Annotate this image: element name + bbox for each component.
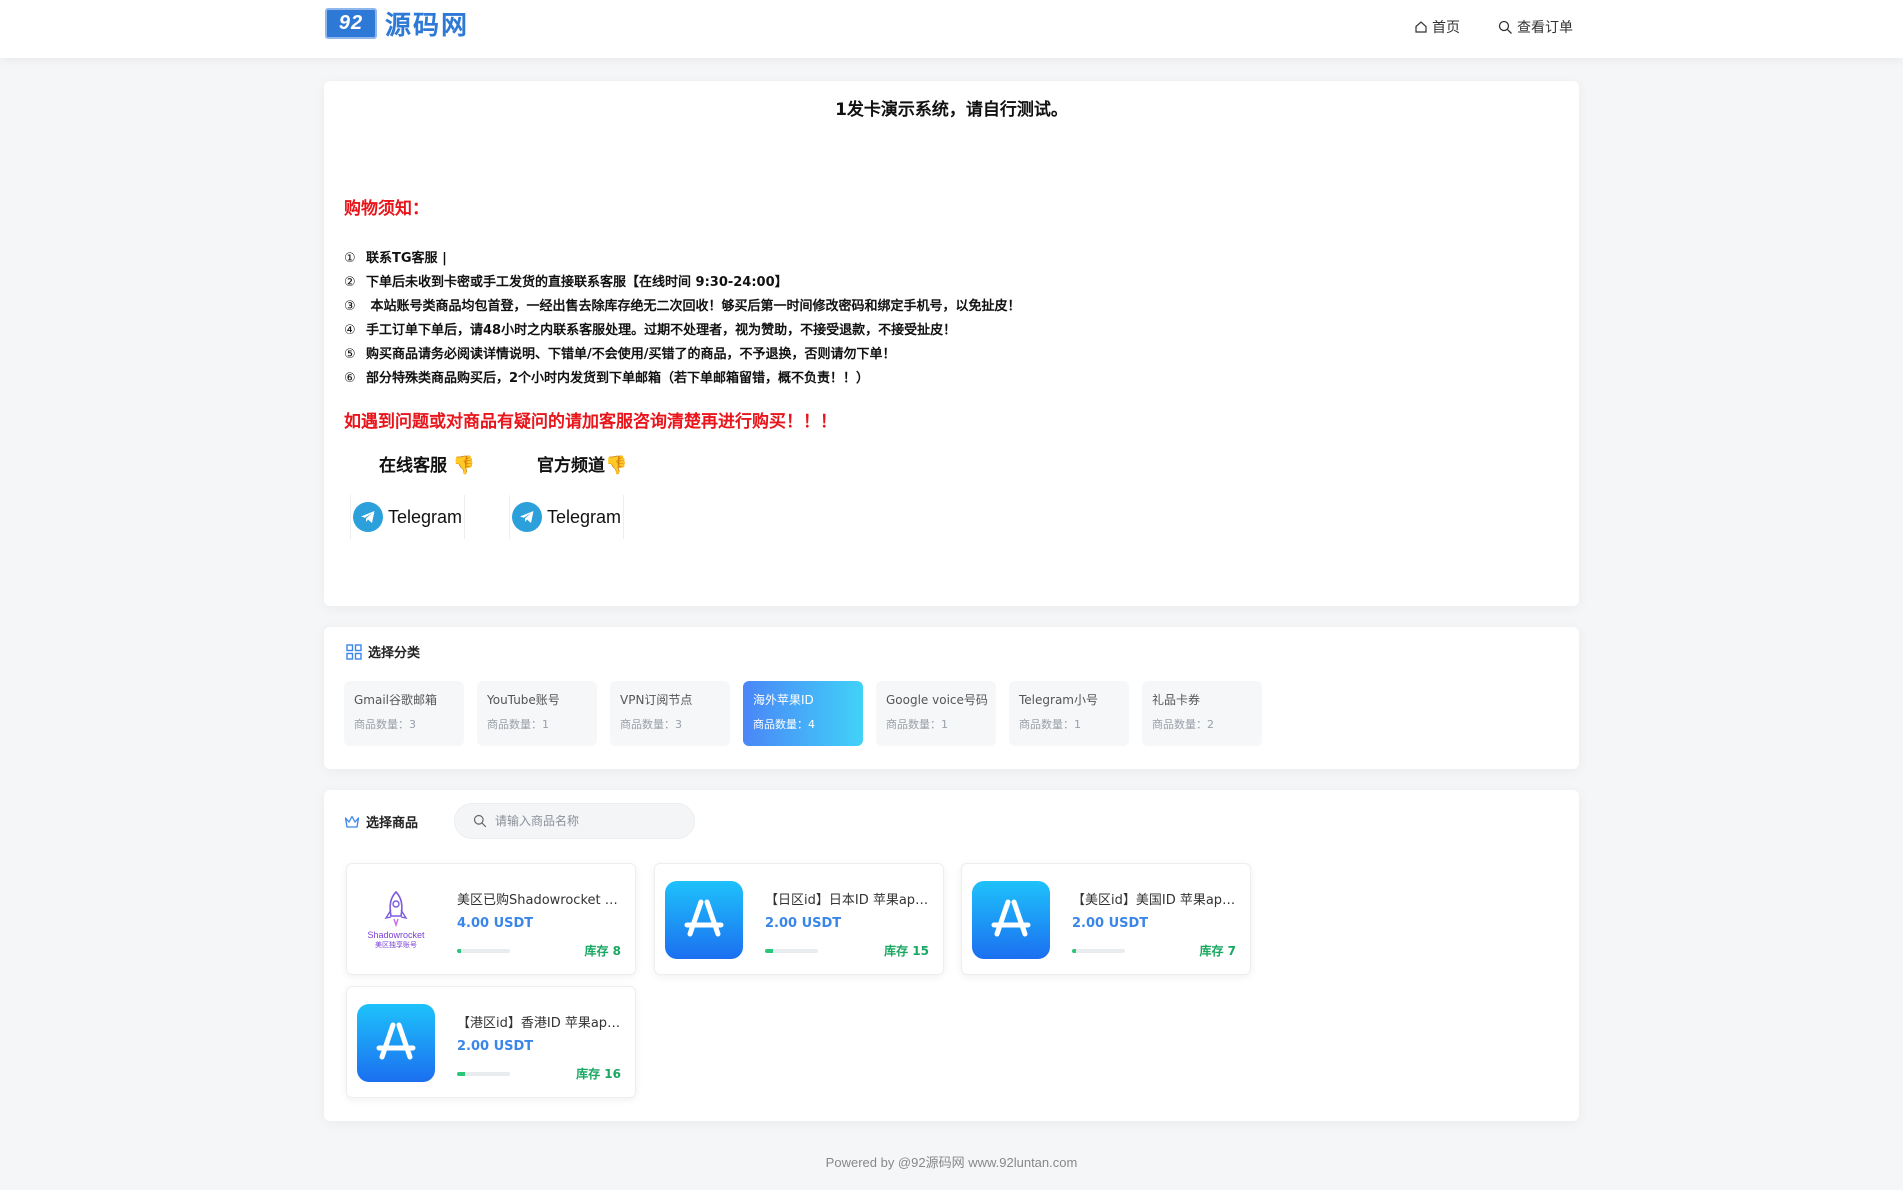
category-item-active[interactable]: 海外苹果ID 商品数量：4 (743, 681, 863, 746)
online-service-label: 在线客服 👎 (379, 455, 476, 476)
product-name: 【港区id】香港ID 苹果apple id (457, 1016, 627, 1031)
home-icon (1415, 21, 1427, 33)
stock-progress (457, 949, 510, 953)
search-icon (473, 814, 487, 828)
notice-heading: 购物须知： (344, 199, 429, 219)
product-section-title: 选择商品 (344, 812, 418, 831)
official-channel-label: 官方频道👎 (537, 455, 628, 476)
product-search[interactable] (454, 803, 695, 839)
notice-card: 1发卡演示系统，请自行测试。 购物须知： ① 联系TG客服 | ② 下单后未收到卡密… (324, 81, 1579, 606)
category-item[interactable]: 礼品卡券 商品数量：2 (1142, 681, 1262, 746)
top-header: 92 源码网 首页 查看订单 (0, 0, 1903, 58)
stock-progress-fill (457, 949, 462, 953)
rule-item: ⑥ 部分特殊类商品购买后，2个小时内发货到下单邮箱（若下单邮箱留错，概不负责！！） (344, 371, 870, 386)
telegram-icon (353, 502, 383, 532)
stock-progress-fill (765, 949, 773, 953)
product-card: 选择商品 Shadowrocket 美区独享账号 美区已购Shadowrocke… (324, 790, 1579, 1121)
product-item[interactable]: 【美区id】美国ID 苹果apple id 2.00 USDT 库存 7 (961, 863, 1251, 975)
grid-icon (346, 643, 362, 660)
telegram-service-button[interactable]: Telegram (350, 495, 466, 539)
product-price: 4.00 USDT (457, 916, 534, 931)
crown-icon (344, 815, 360, 828)
app-store-icon (665, 881, 743, 959)
top-nav: 首页 查看订单 (1414, 17, 1573, 37)
product-stock: 库存 16 (576, 1067, 621, 1081)
shadowrocket-image-subtext: 美区独享账号 (375, 941, 417, 949)
stock-progress (765, 949, 818, 953)
telegram-channel-label: Telegram (547, 506, 622, 527)
nav-home-label: 首页 (1432, 20, 1460, 36)
rule-item: ③ 本站账号类商品均包首登，一经出售去除库存绝无二次回收！够买后第一时间修改密码… (344, 299, 1021, 314)
category-item[interactable]: Telegram小号 商品数量：1 (1009, 681, 1129, 746)
nav-home[interactable]: 首页 (1414, 17, 1460, 37)
stock-progress-fill (457, 1072, 466, 1076)
rule-item: ② 下单后未收到卡密或手工发货的直接联系客服【在线时间 9:30-24:00】 (344, 275, 788, 290)
search-icon (1498, 20, 1512, 34)
nav-orders-label: 查看订单 (1517, 20, 1573, 36)
product-price: 2.00 USDT (1072, 916, 1149, 931)
product-name: 【美区id】美国ID 苹果apple id (1072, 893, 1242, 908)
product-price: 2.00 USDT (457, 1039, 534, 1054)
product-item[interactable]: 【日区id】日本ID 苹果apple id 2.00 USDT 库存 15 (654, 863, 944, 975)
shadowrocket-image: Shadowrocket 美区独享账号 (357, 881, 435, 959)
product-stock: 库存 15 (884, 944, 929, 958)
site-logo[interactable]: 92 源码网 (325, 7, 470, 41)
product-stock: 库存 8 (584, 944, 621, 958)
category-item[interactable]: YouTube账号 商品数量：1 (477, 681, 597, 746)
app-store-icon (357, 1004, 435, 1082)
product-item[interactable]: 【港区id】香港ID 苹果apple id 2.00 USDT 库存 16 (346, 986, 636, 1098)
product-item[interactable]: Shadowrocket 美区独享账号 美区已购Shadowrocket 小火箭… (346, 863, 636, 975)
rule-item: ⑤ 购买商品请务必阅读详情说明、下错单/不会使用/买错了的商品，不予退换，否则请勿… (344, 347, 896, 362)
product-search-input[interactable] (495, 814, 685, 828)
category-item[interactable]: Gmail谷歌邮箱 商品数量：3 (344, 681, 464, 746)
category-item[interactable]: VPN订阅节点 商品数量：3 (610, 681, 730, 746)
warning-text: 如遇到问题或对商品有疑问的请加客服咨询清楚再进行购买！！！ (344, 412, 837, 432)
category-card: 选择分类 Gmail谷歌邮箱 商品数量：3 YouTube账号 商品数量：1 VPN… (324, 627, 1579, 769)
shadowrocket-image-text: Shadowrocket (367, 930, 425, 940)
category-list: Gmail谷歌邮箱 商品数量：3 YouTube账号 商品数量：1 VPN订阅节点商… (344, 681, 1262, 746)
rules-list: ① 联系TG客服 | ② 下单后未收到卡密或手工发货的直接联系客服【在线时间 9:3… (344, 247, 1021, 391)
logo-text: 源码网 (385, 10, 470, 41)
telegram-icon (512, 502, 542, 532)
rule-item: ① 联系TG客服 | (344, 251, 447, 266)
product-stock: 库存 7 (1199, 944, 1236, 958)
thumbs-down-icon: 👎 (605, 455, 628, 476)
category-section-title: 选择分类 (346, 642, 420, 661)
telegram-service-label: Telegram (388, 506, 463, 527)
product-name: 美区已购Shadowrocket 小火箭账号 (457, 893, 627, 908)
nav-orders[interactable]: 查看订单 (1498, 17, 1573, 37)
stock-progress (1072, 949, 1125, 953)
telegram-channel-button[interactable]: Telegram (509, 495, 625, 539)
stock-progress (457, 1072, 510, 1076)
rocket-icon (384, 890, 408, 928)
notice-title: 1发卡演示系统，请自行测试。 (835, 100, 1068, 120)
thumbs-down-icon: 👎 (452, 455, 476, 476)
footer-text: Powered by @92源码网 www.92luntan.com (825, 1155, 1078, 1170)
stock-progress-fill (1072, 949, 1076, 953)
product-name: 【日区id】日本ID 苹果apple id (765, 893, 935, 908)
logo-badge: 92 (325, 7, 377, 39)
rule-item: ④ 手工订单下单后，请48小时之内联系客服处理。过期不处理者，视为赞助，不接受退款… (344, 323, 957, 338)
app-store-icon (972, 881, 1050, 959)
category-item[interactable]: Google voice号码 商品数量：1 (876, 681, 996, 746)
product-price: 2.00 USDT (765, 916, 842, 931)
